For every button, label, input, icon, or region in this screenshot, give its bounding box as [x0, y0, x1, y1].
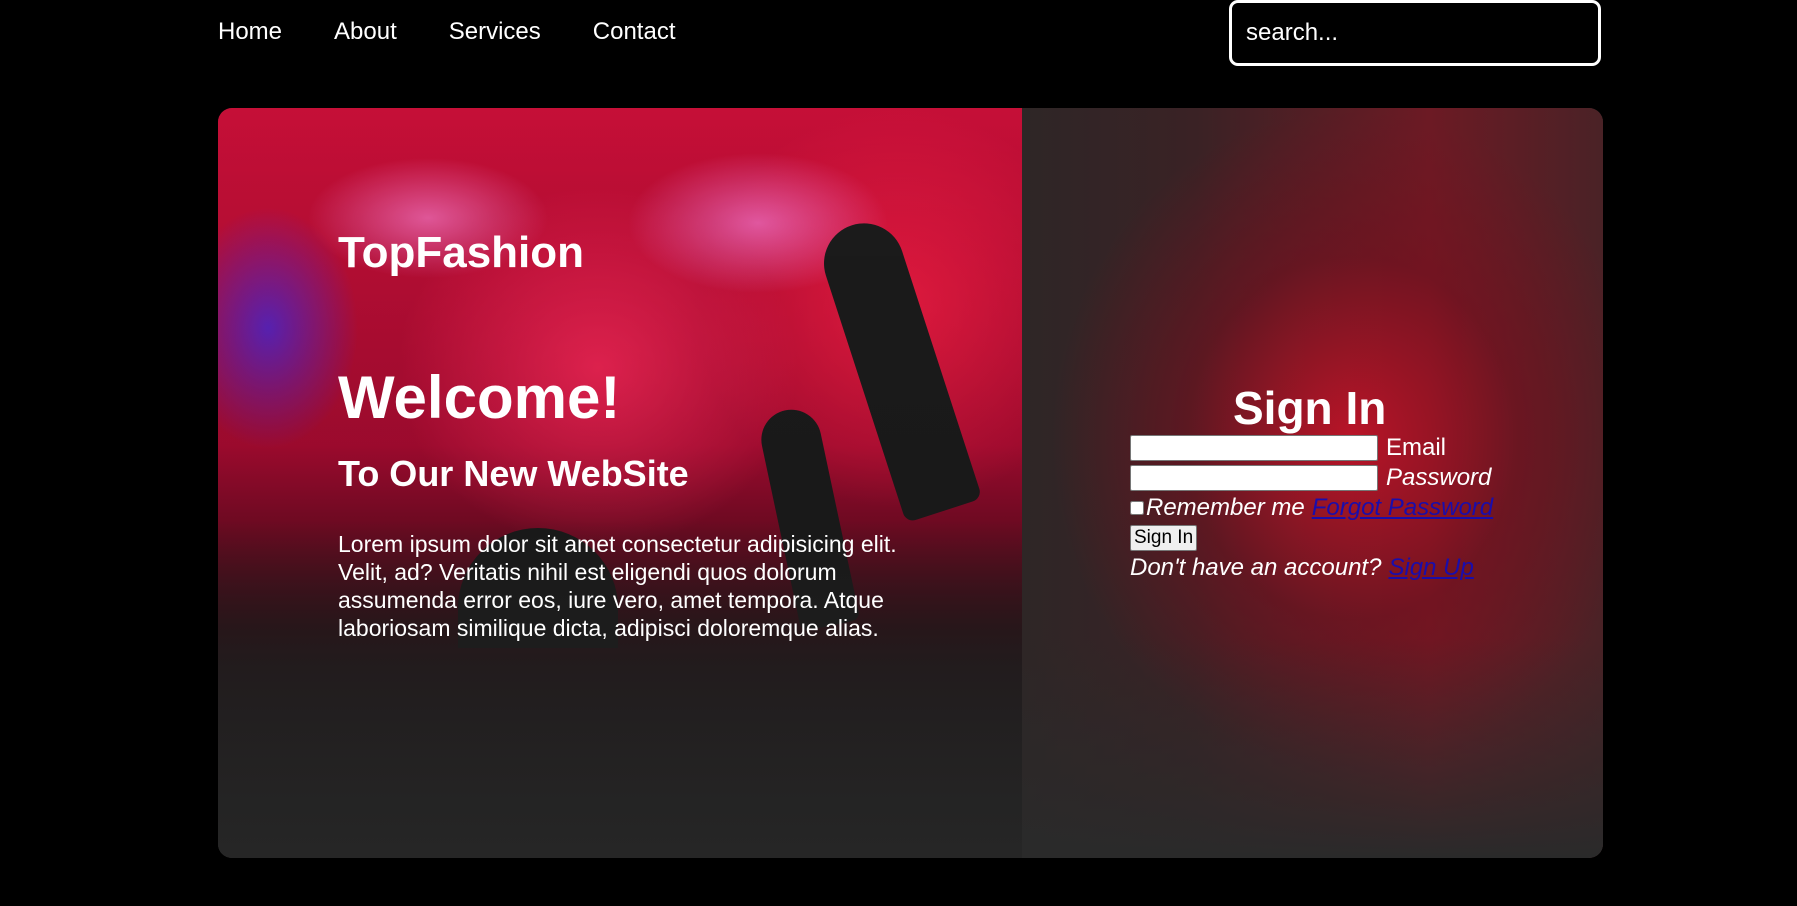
- nav-link-about[interactable]: About: [334, 18, 397, 46]
- signin-title: Sign In: [1233, 382, 1387, 434]
- password-label: Password: [1386, 464, 1492, 491]
- no-account-text: Don't have an account?: [1130, 554, 1382, 581]
- email-field[interactable]: [1130, 435, 1378, 461]
- submit-row: Sign In: [1130, 523, 1570, 553]
- email-label: Email: [1386, 434, 1447, 461]
- nav-link-services[interactable]: Services: [449, 18, 541, 46]
- main-card: TopFashion Welcome! To Our New WebSite L…: [218, 108, 1603, 858]
- email-row: Email: [1130, 433, 1570, 463]
- remember-row: Remember me Forgot Password: [1130, 493, 1570, 523]
- brand-title: TopFashion: [338, 228, 585, 277]
- welcome-subheading: To Our New WebSite: [338, 453, 689, 494]
- forgot-password-link[interactable]: Forgot Password: [1312, 494, 1493, 522]
- welcome-heading: Welcome!: [338, 364, 621, 431]
- signup-link[interactable]: Sign Up: [1388, 554, 1473, 582]
- nav-link-contact[interactable]: Contact: [593, 18, 676, 46]
- remember-checkbox[interactable]: [1130, 501, 1144, 515]
- password-field[interactable]: [1130, 465, 1378, 491]
- login-panel: Sign In Email Password Remember me Forgo…: [1022, 108, 1603, 858]
- hero-image: TopFashion Welcome! To Our New WebSite L…: [218, 108, 1022, 858]
- top-nav: Home About Services Contact: [0, 0, 1797, 66]
- signup-row: Don't have an account? Sign Up: [1130, 553, 1570, 583]
- search-input[interactable]: [1229, 0, 1601, 66]
- nav-link-home[interactable]: Home: [218, 18, 282, 46]
- password-row: Password: [1130, 463, 1570, 493]
- nav-links: Home About Services Contact: [218, 18, 728, 46]
- hero-description: Lorem ipsum dolor sit amet consectetur a…: [338, 531, 897, 641]
- remember-label: Remember me: [1146, 494, 1305, 521]
- signin-button[interactable]: Sign In: [1130, 525, 1198, 551]
- login-form: Sign In Email Password Remember me Forgo…: [1130, 383, 1570, 583]
